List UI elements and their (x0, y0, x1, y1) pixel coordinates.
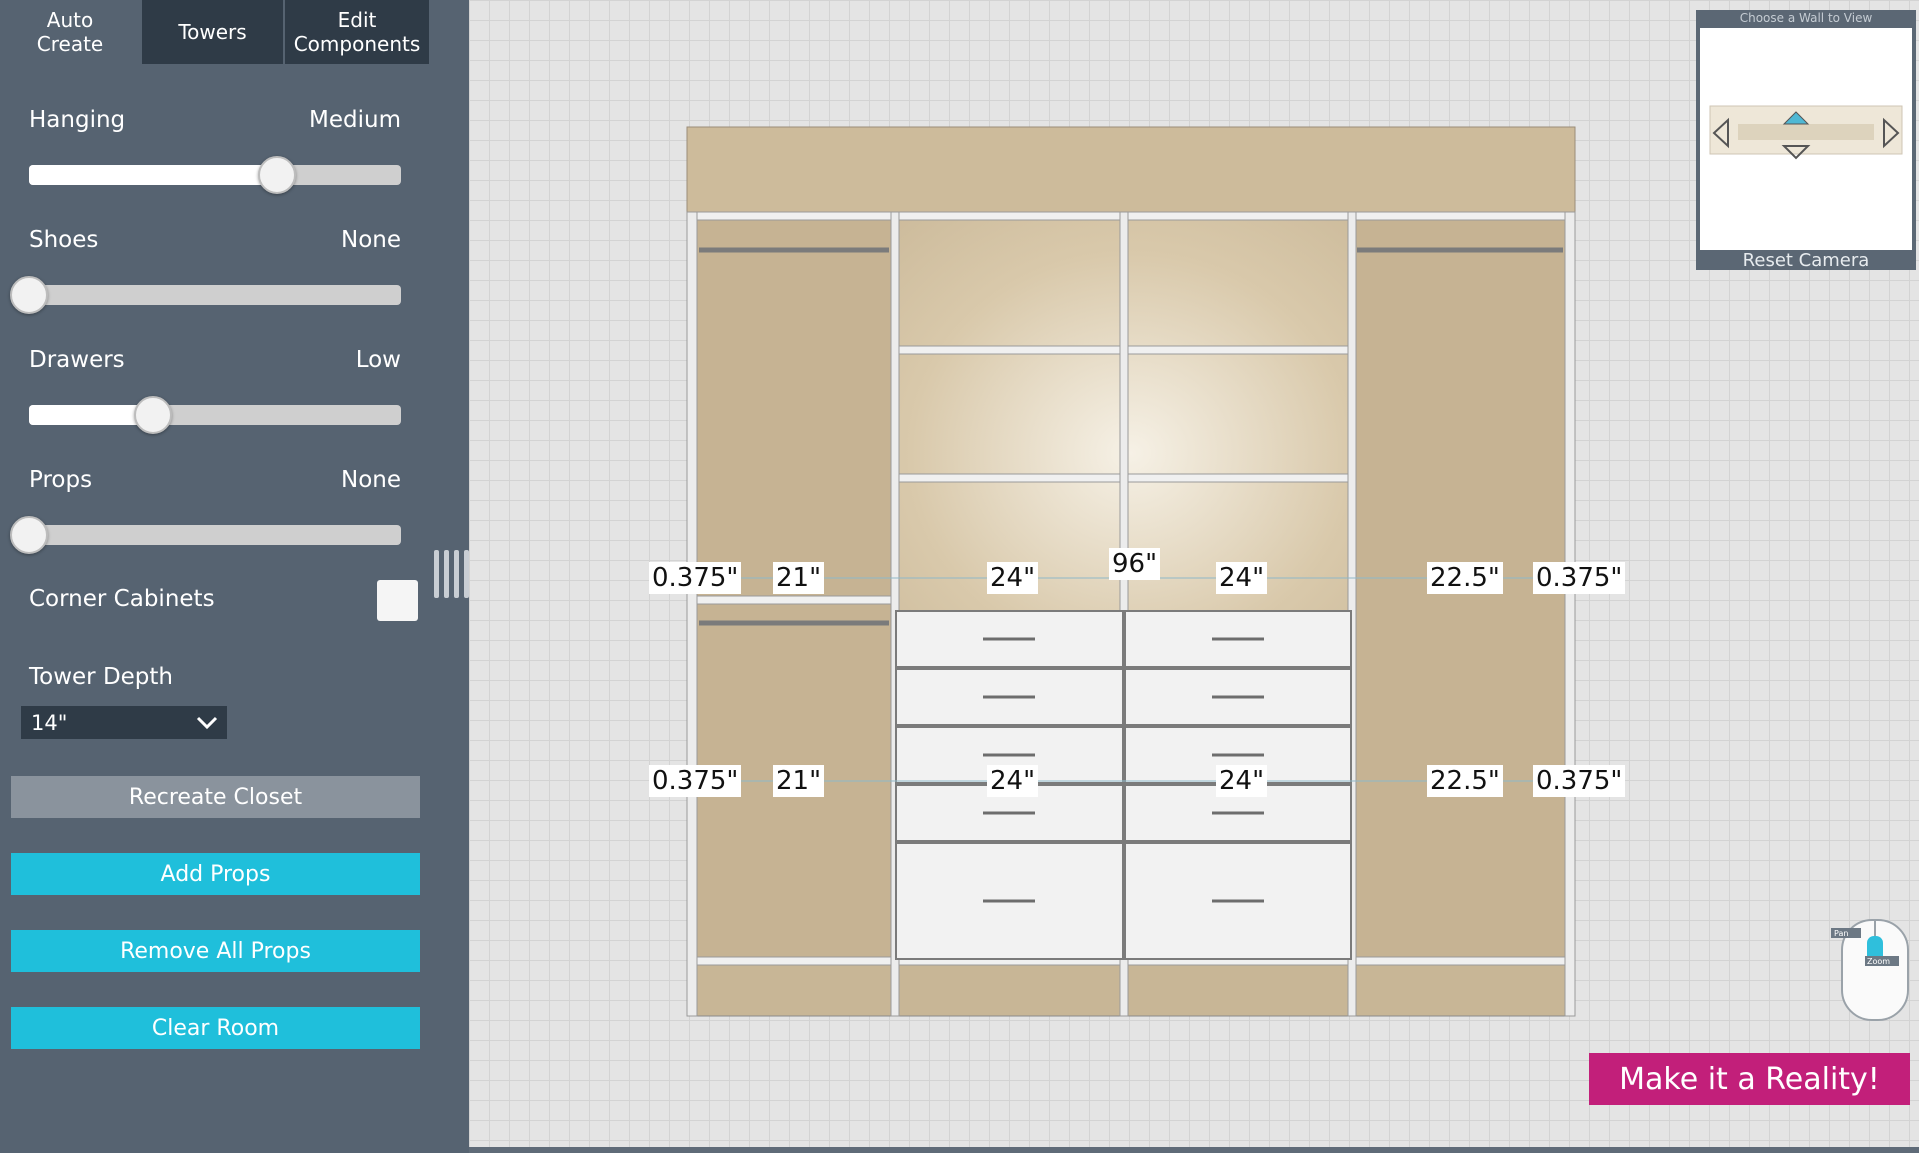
dimension-total-label: 96" (1109, 548, 1161, 580)
mouse-pan-label: Pan (1834, 929, 1848, 938)
chevron-down-icon (196, 716, 218, 729)
slider-drawers: Drawers Low (29, 347, 401, 434)
tab-towers[interactable]: Towers (142, 0, 285, 64)
slider-shoes: Shoes None (10, 227, 401, 314)
dimension-label: 22.5" (1427, 562, 1503, 594)
wall-navigator-view (1700, 28, 1912, 250)
slider-track[interactable] (10, 276, 401, 314)
tab-auto-create[interactable]: Auto Create (0, 0, 142, 64)
slider-track[interactable] (29, 156, 401, 194)
bottom-strip (469, 1147, 1919, 1153)
mode-tabs: Auto Create Towers Edit Components (0, 0, 429, 64)
slider-hanging: Hanging Medium (29, 107, 401, 194)
closet-top-band (686, 126, 1576, 213)
recreate-closet-button[interactable]: Recreate Closet (11, 776, 420, 818)
slider-thumb[interactable] (10, 516, 48, 554)
mouse-controls-icon: Pan Zoom (1831, 919, 1909, 1021)
clear-room-button[interactable]: Clear Room (11, 1007, 420, 1049)
dimension-label: 24" (1216, 562, 1268, 594)
slider-track[interactable] (10, 516, 401, 554)
panel-resize-grip-icon[interactable] (434, 550, 469, 598)
slider-value: None (340, 467, 401, 493)
reset-camera-button[interactable]: Reset Camera (1696, 250, 1916, 271)
make-it-a-reality-button[interactable]: Make it a Reality! (1589, 1053, 1910, 1105)
sidebar: Auto Create Towers Edit Components Hangi… (0, 0, 469, 1153)
wall-navigator-title: Choose a Wall to View (1739, 11, 1873, 25)
corner-cabinets-checkbox[interactable] (377, 580, 418, 621)
slider-label: Props (29, 467, 93, 493)
slider-fill (29, 165, 278, 185)
tower-depth-value: 14" (31, 710, 68, 735)
slider-value: None (340, 227, 401, 253)
dimension-label: 21" (773, 765, 825, 797)
slider-value: Low (355, 347, 401, 373)
drawers (895, 610, 1352, 960)
slider-track[interactable] (29, 396, 401, 434)
wall-navigator: Choose a Wall to View Reset Camera (1696, 10, 1916, 271)
dimension-label: 24" (987, 562, 1039, 594)
mouse-zoom-label: Zoom (1867, 957, 1890, 966)
slider-props: Props None (10, 467, 401, 554)
dimension-label: 0.375" (1533, 562, 1626, 594)
remove-all-props-button[interactable]: Remove All Props (11, 930, 420, 972)
tower-depth-select[interactable]: 14" (21, 706, 227, 739)
dimension-label: 24" (1216, 765, 1268, 797)
corner-cabinets-label: Corner Cabinets (29, 586, 215, 612)
dimension-label: 24" (987, 765, 1039, 797)
slider-value: Medium (309, 107, 401, 133)
add-props-button[interactable]: Add Props (11, 853, 420, 895)
slider-thumb[interactable] (133, 396, 172, 434)
tab-edit-components[interactable]: Edit Components (285, 0, 429, 64)
slider-label: Hanging (29, 107, 126, 133)
tower-depth-label: Tower Depth (29, 664, 173, 690)
slider-label: Drawers (29, 347, 125, 373)
dimension-label: 0.375" (649, 562, 742, 594)
slider-thumb[interactable] (10, 276, 48, 314)
dimension-label: 0.375" (1533, 765, 1626, 797)
dimension-label: 22.5" (1427, 765, 1503, 797)
dimension-label: 0.375" (649, 765, 742, 797)
dimension-label: 21" (773, 562, 825, 594)
slider-label: Shoes (29, 227, 99, 253)
slider-thumb[interactable] (258, 156, 297, 194)
